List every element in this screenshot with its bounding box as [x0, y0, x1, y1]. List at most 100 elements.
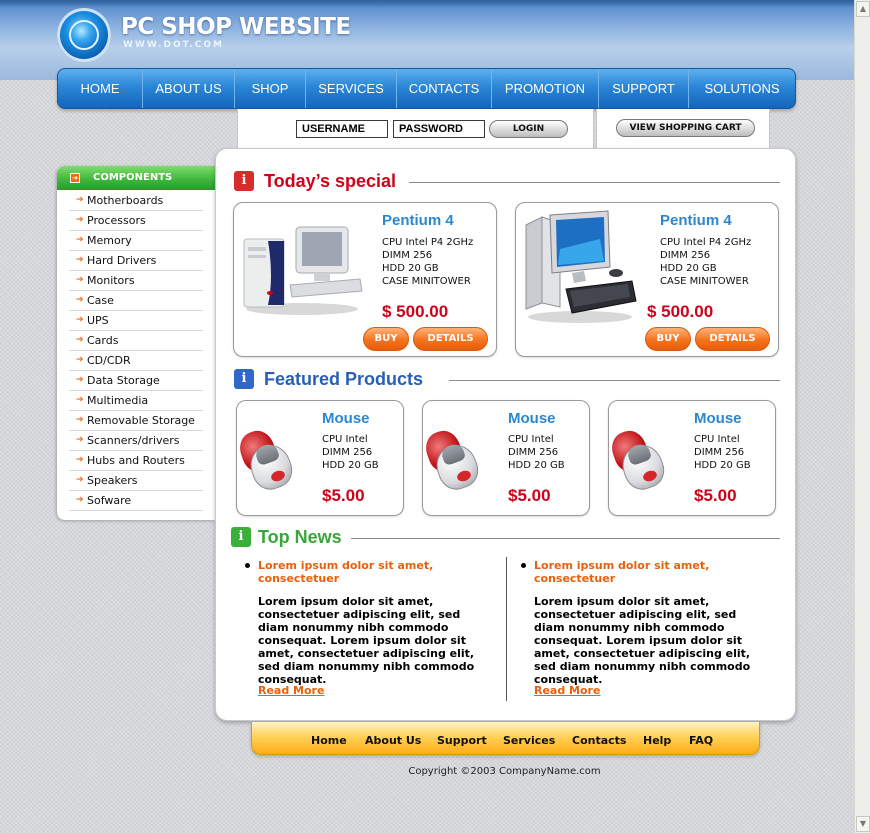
product-specs: CPU Intel P4 2GHz DIMM 256 HDD 20 GB CAS… [660, 236, 751, 288]
nav-about-us[interactable]: ABOUT US [143, 69, 235, 108]
product-specs: CPU Intel DIMM 256 HDD 20 GB [322, 433, 379, 472]
sidebar-item-label: UPS [87, 314, 109, 327]
spec-line: CASE MINITOWER [382, 276, 471, 287]
nav-shop[interactable]: SHOP [235, 69, 306, 108]
sidebar-item-label: Scanners/drivers [87, 434, 180, 447]
spec-line: DIMM 256 [382, 250, 433, 261]
spec-line: HDD 20 GB [694, 460, 751, 471]
spec-line: CPU Intel [322, 434, 368, 445]
footer-link-help[interactable]: Help [643, 734, 671, 747]
product-name[interactable]: Pentium 4 [660, 212, 732, 229]
info-icon: i [234, 369, 254, 389]
sidebar-item-scanners-drivers[interactable]: ➔ Scanners/drivers [69, 431, 203, 451]
globe-icon [69, 20, 99, 50]
nav-contacts[interactable]: CONTACTS [397, 69, 492, 108]
main-nav: HOME ABOUT US SHOP SERVICES CONTACTS PRO… [57, 68, 796, 109]
sidebar-item-hubs-and-routers[interactable]: ➔ Hubs and Routers [69, 451, 203, 471]
arrow-right-icon: ➔ [76, 355, 84, 365]
sidebar-item-processors[interactable]: ➔ Processors [69, 211, 203, 231]
sidebar-item-cards[interactable]: ➔ Cards [69, 331, 203, 351]
sidebar-item-motherboards[interactable]: ➔ Motherboards [69, 191, 203, 211]
details-button[interactable]: DETAILS [413, 327, 488, 351]
product-name[interactable]: Mouse [508, 410, 556, 427]
password-field[interactable] [393, 120, 485, 138]
sidebar-item-multimedia[interactable]: ➔ Multimedia [69, 391, 203, 411]
main-content: i Today’s special Pentium 4 CPU Intel P4… [215, 148, 796, 721]
sidebar-item-cd-cdr[interactable]: ➔ CD/CDR [69, 351, 203, 371]
news-divider [506, 557, 507, 701]
site-url: WWW.DOT.COM [123, 40, 224, 50]
arrow-right-icon: ➔ [76, 455, 84, 465]
spec-line: DIMM 256 [322, 447, 373, 458]
buy-button[interactable]: BUY [363, 327, 409, 351]
sidebar-item-sofware[interactable]: ➔ Sofware [69, 491, 203, 511]
product-name[interactable]: Mouse [694, 410, 742, 427]
sidebar-item-ups[interactable]: ➔ UPS [69, 311, 203, 331]
nav-services[interactable]: SERVICES [306, 69, 397, 108]
news-body: Lorem ipsum dolor sit amet, consectetuer… [258, 595, 475, 686]
footer-nav: Home About Us Support Services Contacts … [251, 722, 760, 755]
sidebar-item-case[interactable]: ➔ Case [69, 291, 203, 311]
mouse-image [421, 426, 487, 495]
sidebar-item-speakers[interactable]: ➔ Speakers [69, 471, 203, 491]
arrow-right-icon: ➔ [76, 255, 84, 265]
product-specs: CPU Intel P4 2GHz DIMM 256 HDD 20 GB CAS… [382, 236, 473, 288]
footer-link-about-us[interactable]: About Us [365, 734, 421, 747]
spec-line: DIMM 256 [508, 447, 559, 458]
sidebar-item-monitors[interactable]: ➔ Monitors [69, 271, 203, 291]
footer-link-support[interactable]: Support [437, 734, 487, 747]
sidebar-item-memory[interactable]: ➔ Memory [69, 231, 203, 251]
news-body: Lorem ipsum dolor sit amet, consectetuer… [534, 595, 751, 686]
product-name[interactable]: Mouse [322, 410, 370, 427]
buy-button[interactable]: BUY [645, 327, 691, 351]
nav-solutions[interactable]: SOLUTIONS [689, 69, 795, 108]
components-sidebar: ➔ COMPONENTS ➔ Motherboards ➔ Processors ➔ Me… [57, 166, 215, 520]
sidebar-item-label: Processors [87, 214, 146, 227]
details-button[interactable]: DETAILS [695, 327, 770, 351]
arrow-right-icon: ➔ [76, 395, 84, 405]
login-button[interactable]: LOGIN [489, 120, 568, 138]
footer-link-services[interactable]: Services [503, 734, 555, 747]
arrow-right-icon: ➔ [76, 495, 84, 505]
sidebar-item-hard-drivers[interactable]: ➔ Hard Drivers [69, 251, 203, 271]
sidebar-title: COMPONENTS [93, 172, 173, 183]
sidebar-item-label: Removable Storage [87, 414, 195, 427]
todays-special-title: Today’s special [264, 171, 397, 191]
sidebar-item-data-storage[interactable]: ➔ Data Storage [69, 371, 203, 391]
sidebar-item-removable-storage[interactable]: ➔ Removable Storage [69, 411, 203, 431]
read-more-link[interactable]: Read More [258, 684, 324, 697]
username-field[interactable] [296, 120, 388, 138]
spec-line: CPU Intel [694, 434, 740, 445]
arrow-right-icon: ➔ [76, 215, 84, 225]
featured-card: Mouse CPU Intel DIMM 256 HDD 20 GB $5.00 [607, 400, 776, 516]
desktop-pc-image [238, 217, 366, 317]
sidebar-item-label: Motherboards [87, 194, 164, 207]
vertical-scrollbar[interactable]: ▲ ▼ [854, 0, 870, 833]
arrow-right-icon: ➔ [76, 435, 84, 445]
sidebar-item-label: Cards [87, 334, 119, 347]
news-headline[interactable]: Lorem ipsum dolor sit amet, consectetuer [534, 559, 759, 585]
footer-link-faq[interactable]: FAQ [689, 734, 713, 747]
footer-link-home[interactable]: Home [311, 734, 347, 747]
footer-link-contacts[interactable]: Contacts [572, 734, 626, 747]
product-price: $5.00 [694, 486, 737, 505]
desktop-pc-image [520, 209, 640, 327]
nav-promotion[interactable]: PROMOTION [492, 69, 599, 108]
nav-home[interactable]: HOME [58, 69, 143, 108]
featured-card: Mouse CPU Intel DIMM 256 HDD 20 GB $5.00 [421, 400, 590, 516]
news-headline[interactable]: Lorem ipsum dolor sit amet, consectetuer [258, 559, 483, 585]
spec-line: DIMM 256 [694, 447, 745, 458]
view-cart-button[interactable]: VIEW SHOPPING CART [616, 119, 755, 137]
featured-products-title: Featured Products [264, 369, 424, 389]
arrow-right-icon: ➔ [76, 315, 84, 325]
product-specs: CPU Intel DIMM 256 HDD 20 GB [508, 433, 565, 472]
sidebar-item-label: Data Storage [87, 374, 160, 387]
info-icon: i [234, 171, 254, 191]
nav-support[interactable]: SUPPORT [599, 69, 689, 108]
product-name[interactable]: Pentium 4 [382, 212, 454, 229]
special-card: Pentium 4 CPU Intel P4 2GHz DIMM 256 HDD… [515, 202, 779, 357]
scroll-up-icon[interactable]: ▲ [856, 1, 870, 17]
read-more-link[interactable]: Read More [534, 684, 600, 697]
mouse-image [235, 426, 301, 495]
scroll-down-icon[interactable]: ▼ [856, 816, 870, 832]
